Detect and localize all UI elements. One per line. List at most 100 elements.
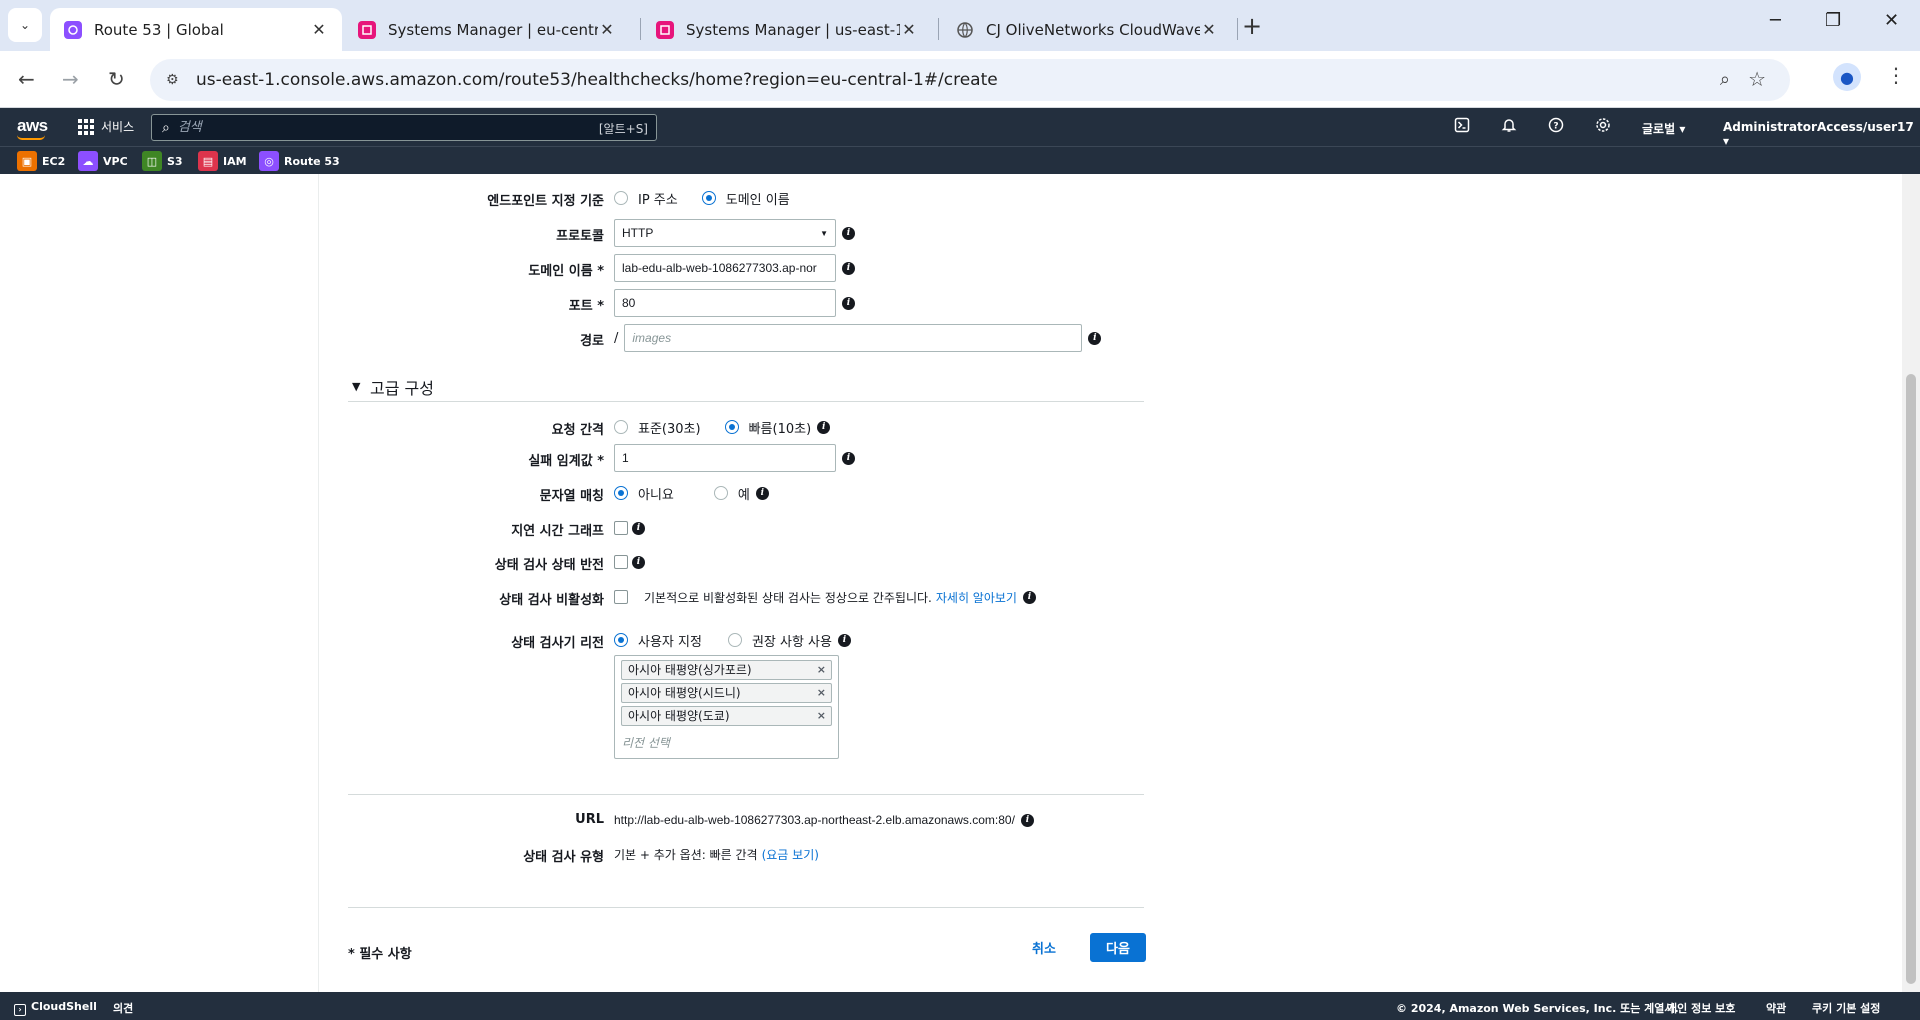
region-token: 아시아 태평양(도쿄) × [621,706,832,726]
main-content: 엔드포인트 지정 기준 IP 주소 도메인 이름 프로토콜 HTTP ▼ i 도… [0,174,1902,992]
tab-title: CJ OliveNetworks CloudWave [986,20,1200,39]
info-icon[interactable]: i [755,486,769,500]
remove-token-icon[interactable]: × [817,684,826,702]
radio-ip-address[interactable] [614,191,628,205]
feedback-link[interactable]: 의견 [113,1000,133,1016]
cloudshell-label: CloudShell [31,1000,97,1013]
radio-standard-30s[interactable] [614,420,628,434]
cookie-preferences-link[interactable]: 쿠키 기본 설정 [1812,1000,1880,1016]
caret-down-icon: ▼ [820,228,828,238]
console-footer: › CloudShell 의견 © 2024, Amazon Web Servic… [0,992,1920,1020]
services-menu[interactable]: 서비스 [78,118,134,135]
info-icon[interactable]: i [1020,813,1034,827]
field-label: 엔드포인트 지정 기준 [487,194,604,209]
radio-use-recommended[interactable] [727,633,742,647]
systems-manager-icon [358,20,376,39]
favorite-label: Route 53 [284,154,340,168]
settings-gear-icon[interactable] [1594,117,1612,135]
region-selector[interactable]: 글로벌 ▾ [1642,120,1685,137]
privacy-link[interactable]: 개인 정보 보호 [1667,1000,1735,1016]
info-icon[interactable]: i [837,633,851,647]
radio-string-matching-no[interactable] [614,486,628,500]
page-scrollbar[interactable] [1902,174,1920,992]
search-input[interactable] [177,120,578,135]
profile-avatar[interactable]: ● [1833,63,1861,91]
cancel-button[interactable]: 취소 [1032,938,1056,957]
forward-arrow-icon[interactable]: → [62,67,79,91]
radio-customize[interactable] [614,633,628,647]
back-arrow-icon[interactable]: ← [18,67,35,91]
info-icon[interactable]: i [817,420,831,434]
browser-tab-ssm-eu[interactable]: Systems Manager | eu-central- ✕ [344,8,630,51]
minimize-icon[interactable]: ─ [1770,10,1781,31]
favorite-s3[interactable]: ◫ S3 [142,151,183,171]
caret-down-icon: ▼ [352,380,361,393]
region-multiselect[interactable]: 아시아 태평양(싱가포르) × 아시아 태평양(시드니) × 아시아 태평양(도… [614,655,839,759]
radio-label: 빠름(10초) [748,421,812,437]
cloudshell-icon[interactable] [1453,117,1471,135]
info-icon[interactable]: i [1022,590,1036,604]
browser-menu-icon[interactable]: ⋮ [1886,63,1906,87]
scrollbar-thumb[interactable] [1906,374,1916,984]
remove-token-icon[interactable]: × [817,707,826,725]
favorite-ec2[interactable]: ▣ EC2 [17,151,65,171]
radio-label: IP 주소 [638,192,678,208]
help-icon[interactable]: ? [1547,117,1565,135]
radio-label: 아니요 [638,487,674,503]
remove-token-icon[interactable]: × [817,661,826,679]
browser-tab-ssm-us[interactable]: Systems Manager | us-east-1 ✕ [642,8,932,51]
field-label: 문자열 매칭 [539,489,604,504]
view-pricing-link[interactable]: (요금 보기) [762,846,819,863]
radio-domain-name[interactable] [701,191,716,205]
protocol-row: 프로토콜 HTTP ▼ i [348,219,1144,247]
domain-name-input[interactable]: lab-edu-alb-web-1086277303.ap-nor [614,254,836,282]
info-icon[interactable]: i [842,451,855,465]
close-icon[interactable]: ✕ [310,20,328,39]
aws-search-box[interactable]: ⌕ [알트+S] [151,114,657,141]
browser-tab-cloudwave[interactable]: CJ OliveNetworks CloudWave ✕ [942,8,1232,51]
info-icon[interactable]: i [842,226,855,240]
region-select-placeholder[interactable]: 리전 선택 [622,734,670,751]
disable-health-checkbox[interactable] [614,590,628,604]
close-icon[interactable]: ✕ [598,20,616,39]
browser-tab-route53[interactable]: Route 53 | Global ✕ [50,8,342,51]
notifications-bell-icon[interactable] [1500,117,1518,135]
favorite-vpc[interactable]: ☁ VPC [78,151,128,171]
aws-logo[interactable]: aws [17,116,48,140]
window-close-icon[interactable]: ✕ [1884,10,1899,31]
reload-icon[interactable]: ↻ [108,67,125,91]
path-input[interactable]: images [624,324,1083,352]
close-icon[interactable]: ✕ [900,20,918,39]
section-title: 고급 구성 [370,379,434,398]
search-icon: ⌕ [162,119,170,136]
favorite-iam[interactable]: ▤ IAM [198,151,247,171]
advanced-configuration-header[interactable]: ▼ 고급 구성 [348,372,1144,402]
latency-graph-checkbox[interactable] [614,521,628,535]
cloudshell-button[interactable]: › CloudShell [14,1000,97,1016]
radio-string-matching-yes[interactable] [713,486,728,500]
zoom-icon[interactable]: ⌕ [1720,69,1730,90]
invert-health-checkbox[interactable] [614,555,628,569]
learn-more-link[interactable]: 자세히 알아보기 [936,589,1017,606]
port-input[interactable]: 80 [614,289,836,317]
favorite-route53[interactable]: ◎ Route 53 [259,151,340,171]
terms-link[interactable]: 약관 [1766,1000,1786,1016]
protocol-select[interactable]: HTTP ▼ [614,219,836,247]
url-text[interactable]: us-east-1.console.aws.amazon.com/route53… [196,70,998,90]
restore-icon[interactable]: ❐ [1825,10,1841,31]
bookmark-star-icon[interactable]: ☆ [1748,67,1766,91]
failure-threshold-input[interactable]: 1 [614,444,836,472]
next-button[interactable]: 다음 [1090,933,1146,962]
info-icon[interactable]: i [842,296,855,310]
new-tab-button[interactable]: + [1242,12,1262,40]
tab-search-button[interactable]: ⌄ [8,8,42,42]
info-icon[interactable]: i [1088,331,1102,345]
close-icon[interactable]: ✕ [1200,20,1218,39]
omnibox[interactable]: ⚙ us-east-1.console.aws.amazon.com/route… [150,59,1790,101]
radio-fast-10s[interactable] [724,420,739,434]
site-settings-icon[interactable]: ⚙ [166,72,186,88]
info-icon[interactable]: i [632,555,645,569]
info-icon[interactable]: i [842,261,855,275]
info-icon[interactable]: i [632,521,645,535]
account-menu[interactable]: AdministratorAccess/user17 ▾ [1723,120,1920,148]
